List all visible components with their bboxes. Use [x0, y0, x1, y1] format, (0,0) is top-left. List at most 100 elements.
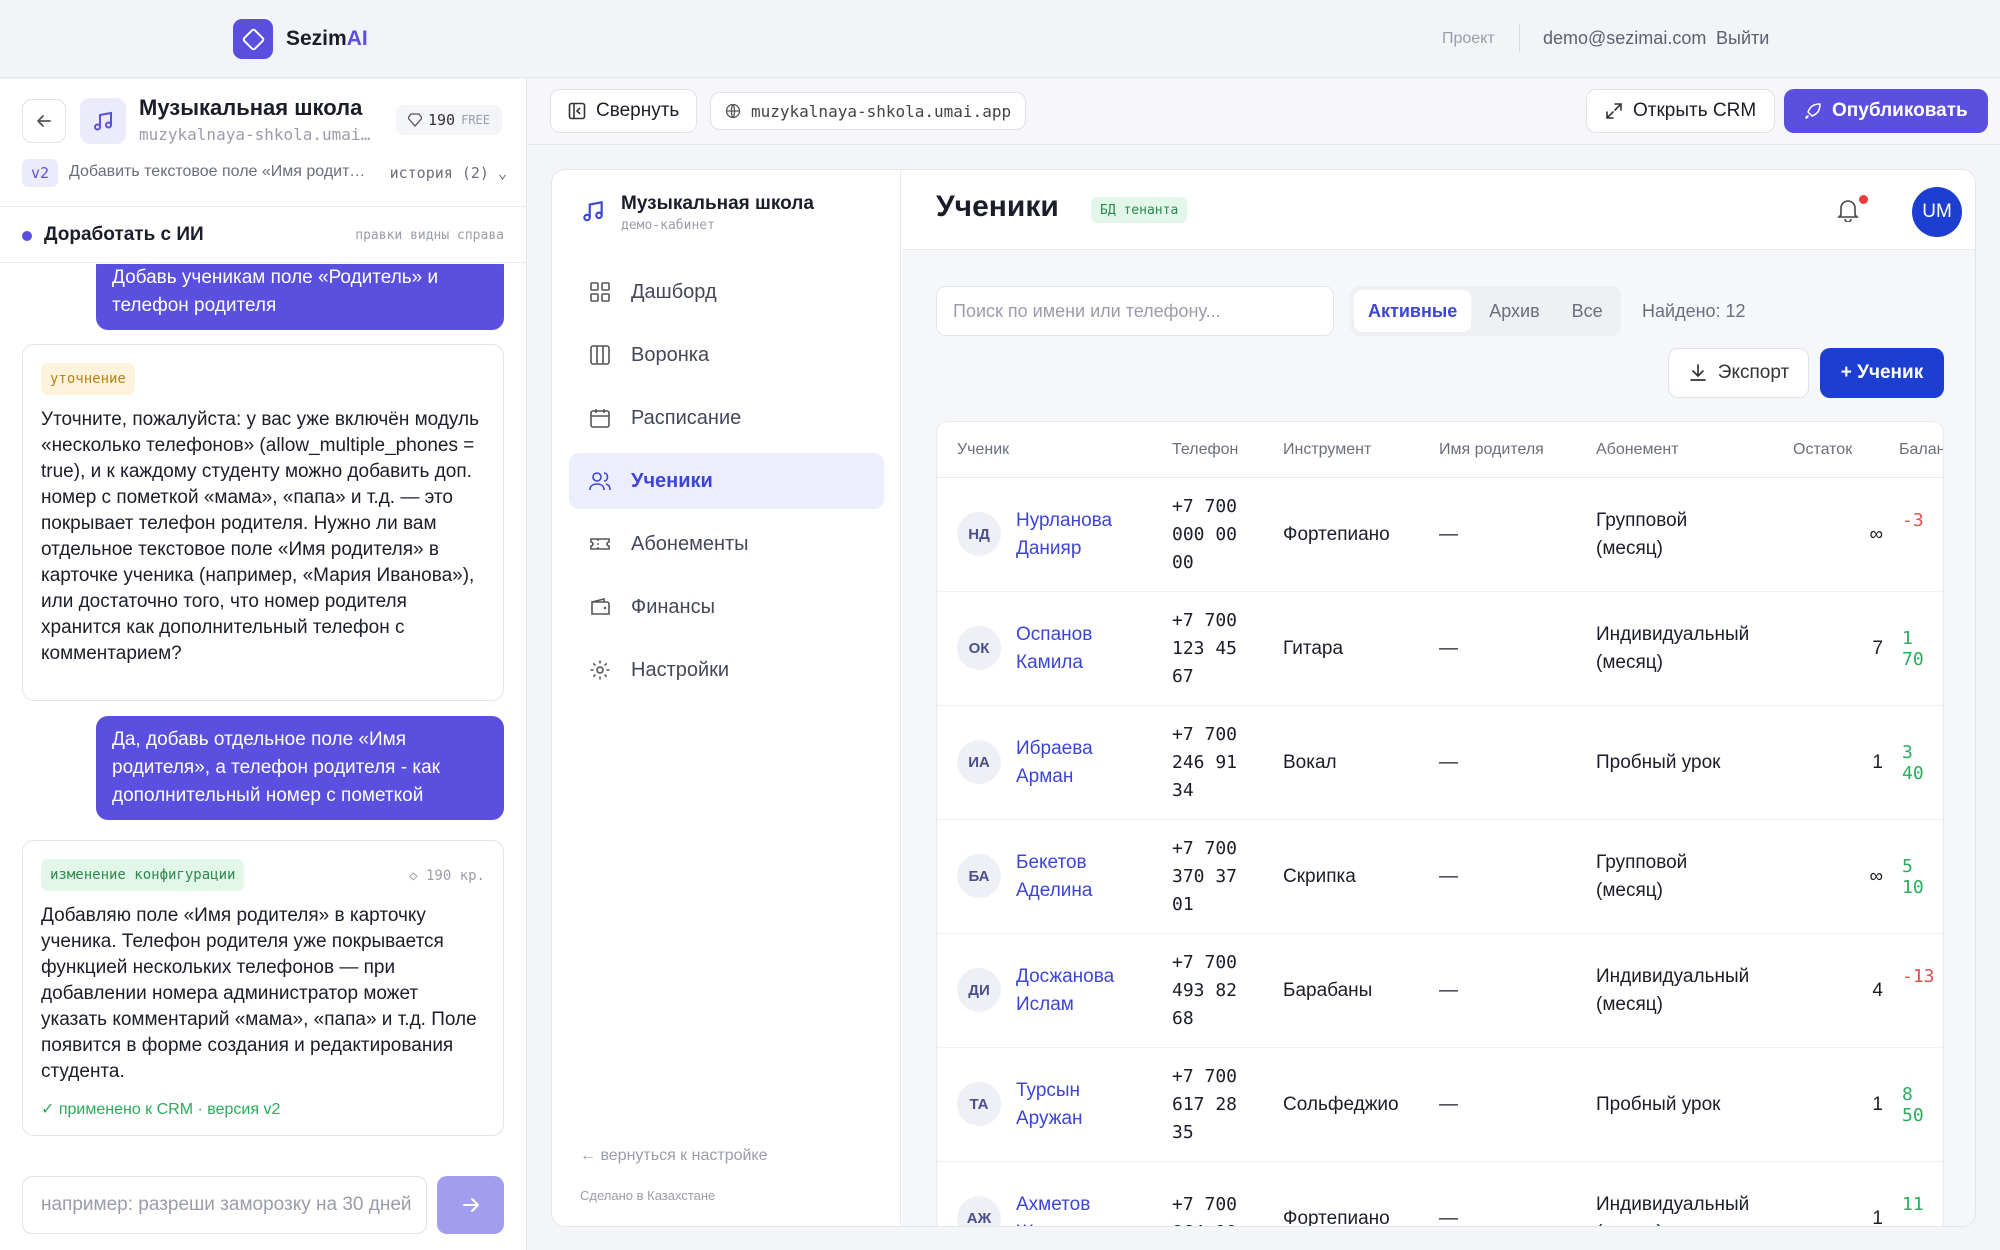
column-header[interactable]: Ученик [957, 422, 1009, 477]
instrument-cell: Сольфеджио [1283, 1093, 1399, 1115]
clarify-tag: уточнение [41, 363, 135, 395]
subscription-cell: Индивидуальный(месяц) [1596, 965, 1750, 1015]
export-button[interactable]: Экспорт [1668, 348, 1809, 398]
project-url: muzykalnaya-shkola.umai.app [139, 125, 379, 144]
open-crm-button[interactable]: Открыть CRM [1586, 89, 1776, 133]
wallet-icon [591, 597, 610, 615]
back-to-setup-link[interactable]: ← вернуться к настройке [580, 1147, 768, 1165]
table-row[interactable]: ТА Турсын Аружан +7 700 617 28 35 Сольфеджио — П… [937, 1048, 1943, 1162]
logout-link[interactable]: Выйти [1716, 28, 1769, 49]
table-row[interactable]: ДИ Досжанова Ислам +7 700 493 82 68 Барабаны — И… [937, 934, 1943, 1048]
project-link[interactable]: Проект [1442, 30, 1495, 48]
arrow-left-icon: ← [580, 1147, 596, 1164]
table-row[interactable]: ОК Оспанов Камила +7 700 123 45 67 Гитара — Инди… [937, 592, 1943, 706]
nav-item-finance[interactable]: Финансы [569, 579, 884, 635]
tab-all[interactable]: Все [1558, 290, 1617, 332]
student-initials: ИА [957, 740, 1001, 784]
improve-hint: правки видны справа [355, 228, 504, 243]
globe-icon [725, 103, 741, 119]
tab-active[interactable]: Активные [1354, 290, 1472, 332]
parent-cell: — [1439, 637, 1458, 659]
student-name[interactable]: АхметовЖанель [1016, 1162, 1090, 1227]
subscription-cell: Индивидуальный(месяц) [1596, 623, 1750, 673]
chat-messages[interactable]: Добавь ученикам поле «Родитель» и телефо… [0, 264, 527, 1139]
table-row[interactable]: АЖ АхметовЖанель +7 700864 19 Фортепиано — Ин… [937, 1162, 1943, 1227]
subscription-cell: Групповой (месяц) [1596, 851, 1688, 901]
student-name[interactable]: Оспанов Камила [1016, 592, 1092, 705]
column-header[interactable]: Телефон [1172, 422, 1238, 477]
nav-item-students[interactable]: Ученики [569, 453, 884, 509]
table-row[interactable]: НД Нурланова Данияр +7 700 000 00 00 Фортепиан… [937, 478, 1943, 592]
logo-text: SezimAI [286, 27, 368, 50]
collapse-button[interactable]: Свернуть [550, 89, 698, 133]
version-tag: v2 [22, 159, 59, 187]
status-tabs: Активные Архив Все [1350, 286, 1621, 336]
parent-cell: — [1439, 1093, 1458, 1115]
version-description: Добавить текстовое поле «Имя родителя» [69, 163, 369, 180]
instrument-cell: Вокал [1283, 751, 1337, 773]
divider [1519, 24, 1520, 52]
gear-icon [590, 660, 610, 680]
student-initials: ДИ [957, 968, 1001, 1012]
chevron-down-icon: ⌄ [497, 164, 507, 182]
user-message: Да, добавь отдельное поле «Имя родителя»… [96, 716, 504, 820]
nav-item-funnel[interactable]: Воронка [569, 327, 884, 383]
column-header[interactable]: Остаток [1793, 422, 1852, 477]
column-header[interactable]: Абонемент [1596, 422, 1679, 477]
student-initials: НД [957, 512, 1001, 556]
crm-name: Музыкальная школа [621, 193, 814, 214]
rest-cell: 1 [1872, 1093, 1883, 1115]
subscription-cell: Групповой (месяц) [1596, 509, 1688, 559]
phone-cell: +7 700 246 91 34 [1172, 723, 1238, 801]
student-name[interactable]: Ибраева Арман [1016, 706, 1093, 819]
tab-archive[interactable]: Архив [1475, 290, 1553, 332]
student-name[interactable]: Турсын Аружан [1016, 1048, 1083, 1161]
project-title: Музыкальная школа [139, 95, 363, 120]
add-student-button[interactable]: + Ученик [1820, 348, 1944, 398]
expand-icon [1606, 103, 1622, 119]
column-header[interactable]: Инструмент [1283, 422, 1371, 477]
nav-item-dashboard[interactable]: Дашборд [569, 264, 884, 320]
parent-cell: — [1439, 979, 1458, 1001]
notification-dot [1859, 195, 1868, 204]
version-row: v2 Добавить текстовое поле «Имя родителя… [22, 157, 507, 189]
credits-count: 190 [428, 111, 456, 129]
send-button[interactable] [437, 1176, 504, 1234]
preview-toolbar: Свернуть muzykalnaya-shkola.umai.app Отк… [528, 79, 2000, 145]
nav-item-settings[interactable]: Настройки [569, 642, 884, 698]
column-header[interactable]: Балан [1899, 422, 1943, 477]
balance-cell: -13 [1902, 966, 1935, 987]
student-name[interactable]: Досжанова Ислам [1016, 934, 1114, 1047]
student-name[interactable]: Нурланова Данияр [1016, 478, 1112, 591]
diamond-icon [408, 113, 422, 127]
phone-cell: +7 700 000 00 00 [1172, 495, 1238, 573]
chat-input[interactable]: например: разреши заморозку на 30 дней [22, 1176, 427, 1234]
parent-cell: — [1439, 865, 1458, 887]
download-icon [1689, 364, 1706, 381]
config-tag: изменение конфигурации [41, 859, 245, 891]
publish-button[interactable]: Опубликовать [1784, 89, 1988, 133]
phone-cell: +7 700 370 37 01 [1172, 837, 1238, 915]
history-dropdown[interactable]: история (2) ⌄ [390, 164, 507, 182]
crm-main: Ученики БД тенанта UM Поиск по имени или… [902, 170, 1975, 1227]
student-initials: БА [957, 854, 1001, 898]
student-initials: АЖ [957, 1196, 1001, 1226]
avatar[interactable]: UM [1912, 187, 1962, 237]
nav-item-subscriptions[interactable]: Абонементы [569, 516, 884, 572]
crm-preview: Музыкальная школа демо-кабинет Дашборд В… [551, 169, 1976, 1227]
sidebar-collapse-icon [568, 102, 586, 120]
improve-header: Доработать с ИИ правки видны справа [0, 207, 527, 263]
table-row[interactable]: ИА Ибраева Арман +7 700 246 91 34 Вокал — Пробны… [937, 706, 1943, 820]
student-name[interactable]: Бекетов Аделина [1016, 820, 1092, 933]
credits-badge: 190 FREE [396, 105, 502, 135]
nav-item-schedule[interactable]: Расписание [569, 390, 884, 446]
rest-cell: 7 [1872, 637, 1883, 659]
column-header[interactable]: Имя родителя [1439, 422, 1544, 477]
table-row[interactable]: БА Бекетов Аделина +7 700 370 37 01 Скрипка — Гр… [937, 820, 1943, 934]
preview-url[interactable]: muzykalnaya-shkola.umai.app [710, 92, 1027, 130]
arrow-right-icon [462, 1198, 479, 1212]
bell-icon[interactable] [1837, 198, 1859, 227]
back-button[interactable] [22, 99, 66, 143]
rest-cell: 1 [1872, 751, 1883, 773]
search-input[interactable]: Поиск по имени или телефону... [936, 286, 1334, 336]
